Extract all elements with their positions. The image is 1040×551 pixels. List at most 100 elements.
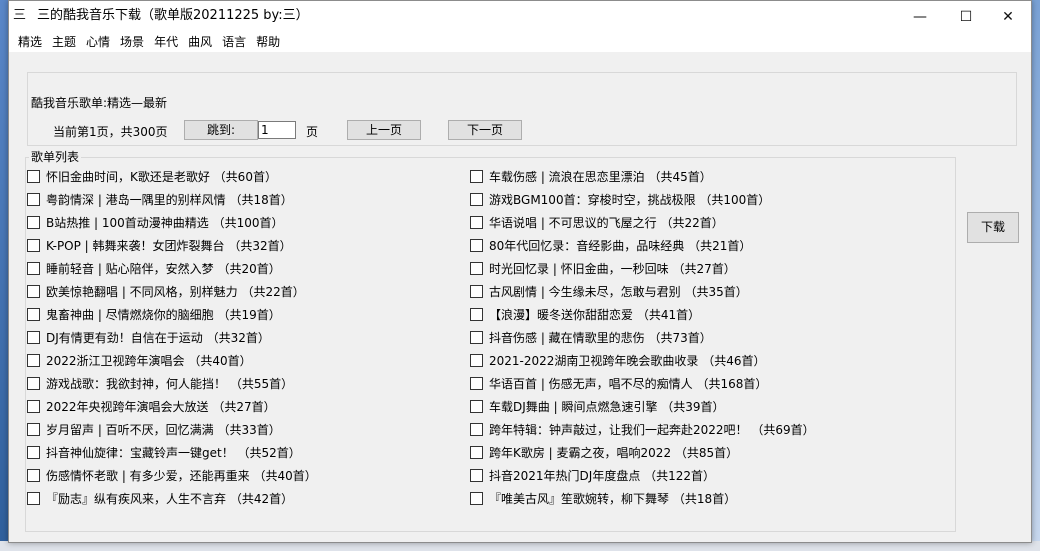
playlist-item[interactable]: 欧美惊艳翻唱 | 不同风格，别样魅力 （共22首） xyxy=(27,282,305,300)
checkbox[interactable] xyxy=(470,261,483,275)
playlist-item-label: 2022年央视跨年演唱会大放送 （共27首） xyxy=(46,399,276,414)
download-button[interactable]: 下载 xyxy=(967,212,1019,243)
checkbox[interactable] xyxy=(470,468,483,482)
checkbox[interactable] xyxy=(27,261,40,275)
playlist-item[interactable]: 睡前轻音 | 贴心陪伴，安然入梦 （共20首） xyxy=(27,259,281,277)
playlist-item[interactable]: 抖音2021年热门DJ年度盘点 （共122首） xyxy=(470,466,715,484)
playlist-item-label: 抖音神仙旋律：宝藏铃声一键get！ （共52首） xyxy=(46,445,301,460)
checkbox[interactable] xyxy=(470,307,483,321)
navigation-panel xyxy=(27,72,1017,146)
checkbox[interactable] xyxy=(470,376,483,390)
checkbox[interactable] xyxy=(27,307,40,321)
playlist-item[interactable]: 岁月留声 | 百听不厌，回忆满满 （共33首） xyxy=(27,420,281,438)
playlist-item[interactable]: 2022浙江卫视跨年演唱会 （共40首） xyxy=(27,351,252,369)
playlist-item[interactable]: 鬼畜神曲 | 尽情燃烧你的脑细胞 （共19首） xyxy=(27,305,281,323)
playlist-item[interactable]: K-POP | 韩舞来袭！女团炸裂舞台 （共32首） xyxy=(27,236,292,254)
checkbox[interactable] xyxy=(470,284,483,298)
playlist-item-label: 岁月留声 | 百听不厌，回忆满满 （共33首） xyxy=(46,422,281,437)
minimize-icon: — xyxy=(913,8,927,25)
playlist-item[interactable]: 【浪漫】暖冬送你甜甜恋爱 （共41首） xyxy=(470,305,700,323)
playlist-item-label: 车载伤感 | 流浪在思恋里漂泊 （共45首） xyxy=(489,169,712,184)
menu-item-featured[interactable]: 精选 xyxy=(13,33,47,51)
checkbox[interactable] xyxy=(470,353,483,367)
checkbox[interactable] xyxy=(470,169,483,183)
playlist-item[interactable]: 80年代回忆录：音经影曲，品味经典 （共21首） xyxy=(470,236,751,254)
playlist-item[interactable]: 2021-2022湖南卫视跨年晚会歌曲收录 （共46首） xyxy=(470,351,766,369)
playlist-item[interactable]: 华语百首 | 伤感无声，唱不尽的痴情人 （共168首） xyxy=(470,374,767,392)
playlist-item-label: 『励志』纵有疾风来，人生不言弃 （共42首） xyxy=(46,491,294,506)
checkbox[interactable] xyxy=(27,215,40,229)
playlist-item-label: 华语说唱 | 不可思议的飞屋之行 （共22首） xyxy=(489,215,724,230)
playlist-item-label: 抖音2021年热门DJ年度盘点 （共122首） xyxy=(489,468,716,483)
menu-item-mood[interactable]: 心情 xyxy=(81,33,115,51)
checkbox[interactable] xyxy=(27,399,40,413)
playlist-title: 酷我音乐歌单:精选—最新 xyxy=(31,96,168,110)
checkbox[interactable] xyxy=(27,353,40,367)
checkbox[interactable] xyxy=(470,399,483,413)
playlist-item[interactable]: 车载伤感 | 流浪在思恋里漂泊 （共45首） xyxy=(470,167,712,185)
playlist-item[interactable]: DJ有情更有劲！自信在于运动 （共32首） xyxy=(27,328,270,346)
playlist-item[interactable]: 跨年特辑：钟声敲过，让我们一起奔赴2022吧！ （共69首） xyxy=(470,420,815,438)
playlist-item-label: 跨年特辑：钟声敲过，让我们一起奔赴2022吧！ （共69首） xyxy=(489,422,815,437)
checkbox[interactable] xyxy=(470,491,483,505)
page-number-input[interactable] xyxy=(258,121,296,139)
checkbox[interactable] xyxy=(27,330,40,344)
playlist-item[interactable]: 游戏战歌：我欲封神，何人能挡！ （共55首） xyxy=(27,374,293,392)
playlist-item-label: 伤感情怀老歌 | 有多少爱，还能再重来 （共40首） xyxy=(46,468,317,483)
checkbox[interactable] xyxy=(27,238,40,252)
menu-item-help[interactable]: 帮助 xyxy=(251,33,285,51)
playlist-item[interactable]: 2022年央视跨年演唱会大放送 （共27首） xyxy=(27,397,276,415)
playlist-item-label: 车载DJ舞曲 | 瞬间点燃急速引擎 （共39首） xyxy=(489,399,725,414)
menu-item-genre[interactable]: 曲风 xyxy=(183,33,217,51)
window-title: 三的酷我音乐下载（歌单版20211225 by:三） xyxy=(37,8,309,23)
checkbox[interactable] xyxy=(470,215,483,229)
title-bar[interactable]: 三 三的酷我音乐下载（歌单版20211225 by:三） — ☐ ✕ xyxy=(9,1,1031,32)
checkbox[interactable] xyxy=(27,376,40,390)
playlist-item[interactable]: 抖音伤感 | 藏在情歌里的悲伤 （共73首） xyxy=(470,328,712,346)
menu-item-theme[interactable]: 主题 xyxy=(47,33,81,51)
page-info: 当前第1页，共300页 xyxy=(53,125,168,139)
playlist-item-label: 【浪漫】暖冬送你甜甜恋爱 （共41首） xyxy=(489,307,701,322)
maximize-button[interactable]: ☐ xyxy=(943,1,989,32)
checkbox[interactable] xyxy=(470,192,483,206)
playlist-item-label: K-POP | 韩舞来袭！女团炸裂舞台 （共32首） xyxy=(46,238,292,253)
checkbox[interactable] xyxy=(27,422,40,436)
next-page-button[interactable]: 下一页 xyxy=(448,120,522,140)
playlist-item[interactable]: 跨年K歌房 | 麦霸之夜，唱响2022 （共85首） xyxy=(470,443,738,461)
playlist-item-label: 跨年K歌房 | 麦霸之夜，唱响2022 （共85首） xyxy=(489,445,739,460)
playlist-item[interactable]: 游戏BGM100首：穿梭时空，挑战极限 （共100首） xyxy=(470,190,770,208)
playlist-item-label: 古风剧情 | 今生缘未尽，怎敢与君别 （共35首） xyxy=(489,284,748,299)
close-icon: ✕ xyxy=(1002,8,1014,25)
checkbox[interactable] xyxy=(470,330,483,344)
menu-item-era[interactable]: 年代 xyxy=(149,33,183,51)
checkbox[interactable] xyxy=(27,491,40,505)
menu-item-scene[interactable]: 场景 xyxy=(115,33,149,51)
playlist-item-label: 粤韵情深 | 港岛一隅里的别样风情 （共18首） xyxy=(46,192,293,207)
playlist-item-label: 2022浙江卫视跨年演唱会 （共40首） xyxy=(46,353,252,368)
minimize-button[interactable]: — xyxy=(897,1,943,32)
playlist-item-label: B站热推 | 100首动漫神曲精选 （共100首） xyxy=(46,215,284,230)
playlist-item[interactable]: 华语说唱 | 不可思议的飞屋之行 （共22首） xyxy=(470,213,724,231)
checkbox[interactable] xyxy=(470,238,483,252)
playlist-item[interactable]: 抖音神仙旋律：宝藏铃声一键get！ （共52首） xyxy=(27,443,301,461)
checkbox[interactable] xyxy=(470,422,483,436)
checkbox[interactable] xyxy=(27,169,40,183)
checkbox[interactable] xyxy=(470,445,483,459)
close-button[interactable]: ✕ xyxy=(985,1,1031,32)
checkbox[interactable] xyxy=(27,284,40,298)
playlist-item[interactable]: 车载DJ舞曲 | 瞬间点燃急速引擎 （共39首） xyxy=(470,397,725,415)
playlist-item[interactable]: 粤韵情深 | 港岛一隅里的别样风情 （共18首） xyxy=(27,190,293,208)
playlist-item[interactable]: 『励志』纵有疾风来，人生不言弃 （共42首） xyxy=(27,489,293,507)
playlist-item[interactable]: 怀旧金曲时间，K歌还是老歌好 （共60首） xyxy=(27,167,277,185)
checkbox[interactable] xyxy=(27,445,40,459)
checkbox[interactable] xyxy=(27,468,40,482)
playlist-item[interactable]: 『唯美古风』笙歌婉转，柳下舞琴 （共18首） xyxy=(470,489,736,507)
jump-button[interactable]: 跳到: xyxy=(184,120,258,140)
playlist-item[interactable]: 古风剧情 | 今生缘未尽，怎敢与君别 （共35首） xyxy=(470,282,748,300)
previous-page-button[interactable]: 上一页 xyxy=(347,120,421,140)
playlist-item[interactable]: B站热推 | 100首动漫神曲精选 （共100首） xyxy=(27,213,284,231)
playlist-item[interactable]: 时光回忆录 | 怀旧金曲，一秒回味 （共27首） xyxy=(470,259,736,277)
menu-item-language[interactable]: 语言 xyxy=(217,33,251,51)
checkbox[interactable] xyxy=(27,192,40,206)
playlist-item[interactable]: 伤感情怀老歌 | 有多少爱，还能再重来 （共40首） xyxy=(27,466,317,484)
